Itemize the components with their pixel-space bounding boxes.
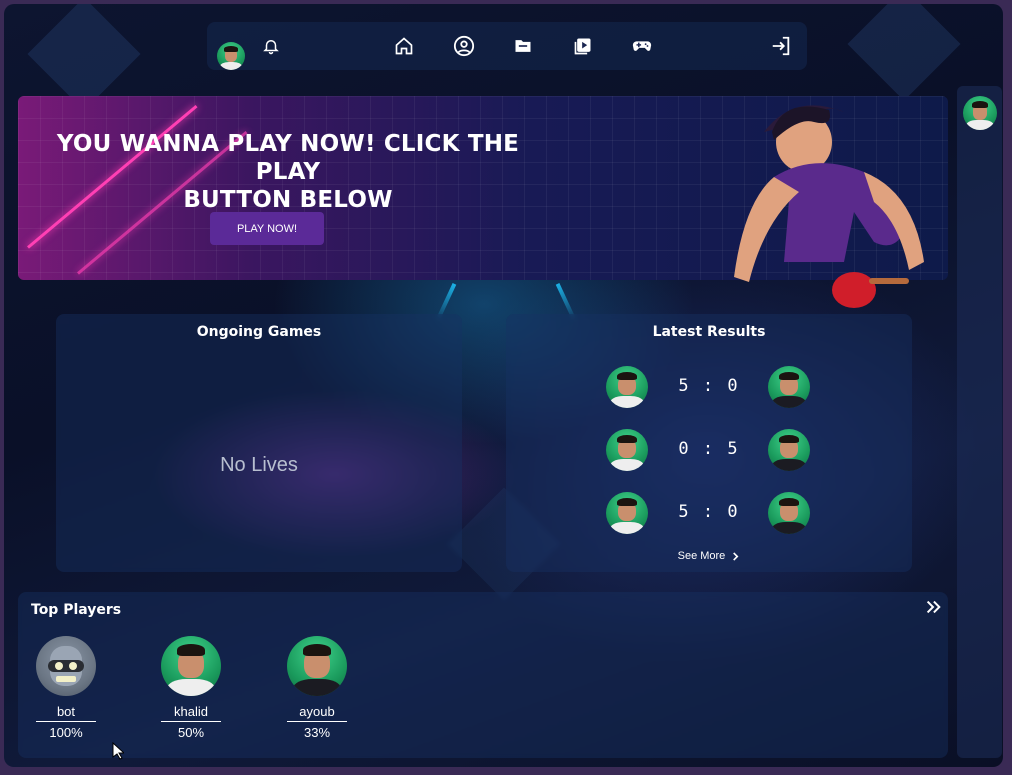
see-more-link[interactable]: See More: [506, 550, 912, 562]
right-sidebar: [957, 86, 1002, 758]
home-icon[interactable]: [392, 34, 416, 58]
background-shape: [847, 4, 961, 101]
hero-title-line1: YOU WANNA PLAY NOW! CLICK THE PLAY: [56, 131, 520, 185]
top-player-name: bot: [36, 704, 96, 722]
top-player-name: ayoub: [287, 704, 347, 722]
video-play-icon[interactable]: [571, 34, 595, 58]
double-chevron-right-icon[interactable]: [924, 598, 944, 618]
latest-results-card: Latest Results 5 : 0 0 : 5 5 : 0 See Mor…: [506, 314, 912, 572]
result-row[interactable]: 0 : 5: [606, 429, 812, 473]
logout-icon[interactable]: [769, 34, 793, 58]
user-avatar[interactable]: [217, 42, 245, 70]
top-player-avatar: [287, 636, 347, 696]
top-player-avatar: [161, 636, 221, 696]
user-circle-icon[interactable]: [452, 34, 476, 58]
match-score: 5 : 0: [678, 376, 740, 396]
top-players-card: Top Players bot 100% khalid 50% ayoub 33…: [18, 592, 948, 758]
top-player-item[interactable]: bot 100%: [26, 636, 106, 740]
top-player-winrate: 100%: [49, 725, 83, 740]
match-score: 5 : 0: [678, 502, 740, 522]
hero-title: YOU WANNA PLAY NOW! CLICK THE PLAY BUTTO…: [38, 130, 538, 214]
top-player-winrate: 33%: [303, 725, 331, 740]
player-avatar: [606, 366, 648, 408]
top-player-item[interactable]: ayoub 33%: [277, 636, 357, 740]
friend-avatar[interactable]: [963, 96, 997, 130]
latest-results-title: Latest Results: [652, 324, 766, 340]
ongoing-games-title: Ongoing Games: [196, 324, 322, 340]
result-row[interactable]: 5 : 0: [606, 366, 812, 410]
ping-pong-player-illustration: [734, 105, 924, 308]
opponent-avatar: [768, 492, 810, 534]
player-avatar: [606, 429, 648, 471]
mouse-cursor-icon: [112, 742, 124, 760]
opponent-avatar: [768, 366, 810, 408]
result-row[interactable]: 5 : 0: [606, 492, 812, 536]
see-more-label: See More: [677, 550, 726, 562]
background-shape: [27, 4, 141, 111]
top-navbar: [207, 22, 807, 70]
chevron-right-icon: [728, 550, 740, 562]
top-player-name: khalid: [161, 704, 221, 722]
match-score: 0 : 5: [678, 439, 740, 459]
play-now-button[interactable]: PLAY NOW!: [210, 212, 324, 245]
bell-icon[interactable]: [259, 34, 283, 58]
top-player-item[interactable]: khalid 50%: [151, 636, 231, 740]
bot-avatar: [36, 636, 96, 696]
gamepad-icon[interactable]: [630, 34, 654, 58]
ongoing-games-card: Ongoing Games No Lives: [56, 314, 462, 572]
app-window: YOU WANNA PLAY NOW! CLICK THE PLAY BUTTO…: [4, 4, 1003, 767]
hero-title-line2: BUTTON BELOW: [183, 187, 393, 213]
top-players-title: Top Players: [31, 602, 122, 618]
folder-icon[interactable]: [511, 34, 535, 58]
player-avatar: [606, 492, 648, 534]
no-lives-text: No Lives: [220, 454, 298, 476]
opponent-avatar: [768, 429, 810, 471]
top-player-winrate: 50%: [177, 725, 205, 740]
